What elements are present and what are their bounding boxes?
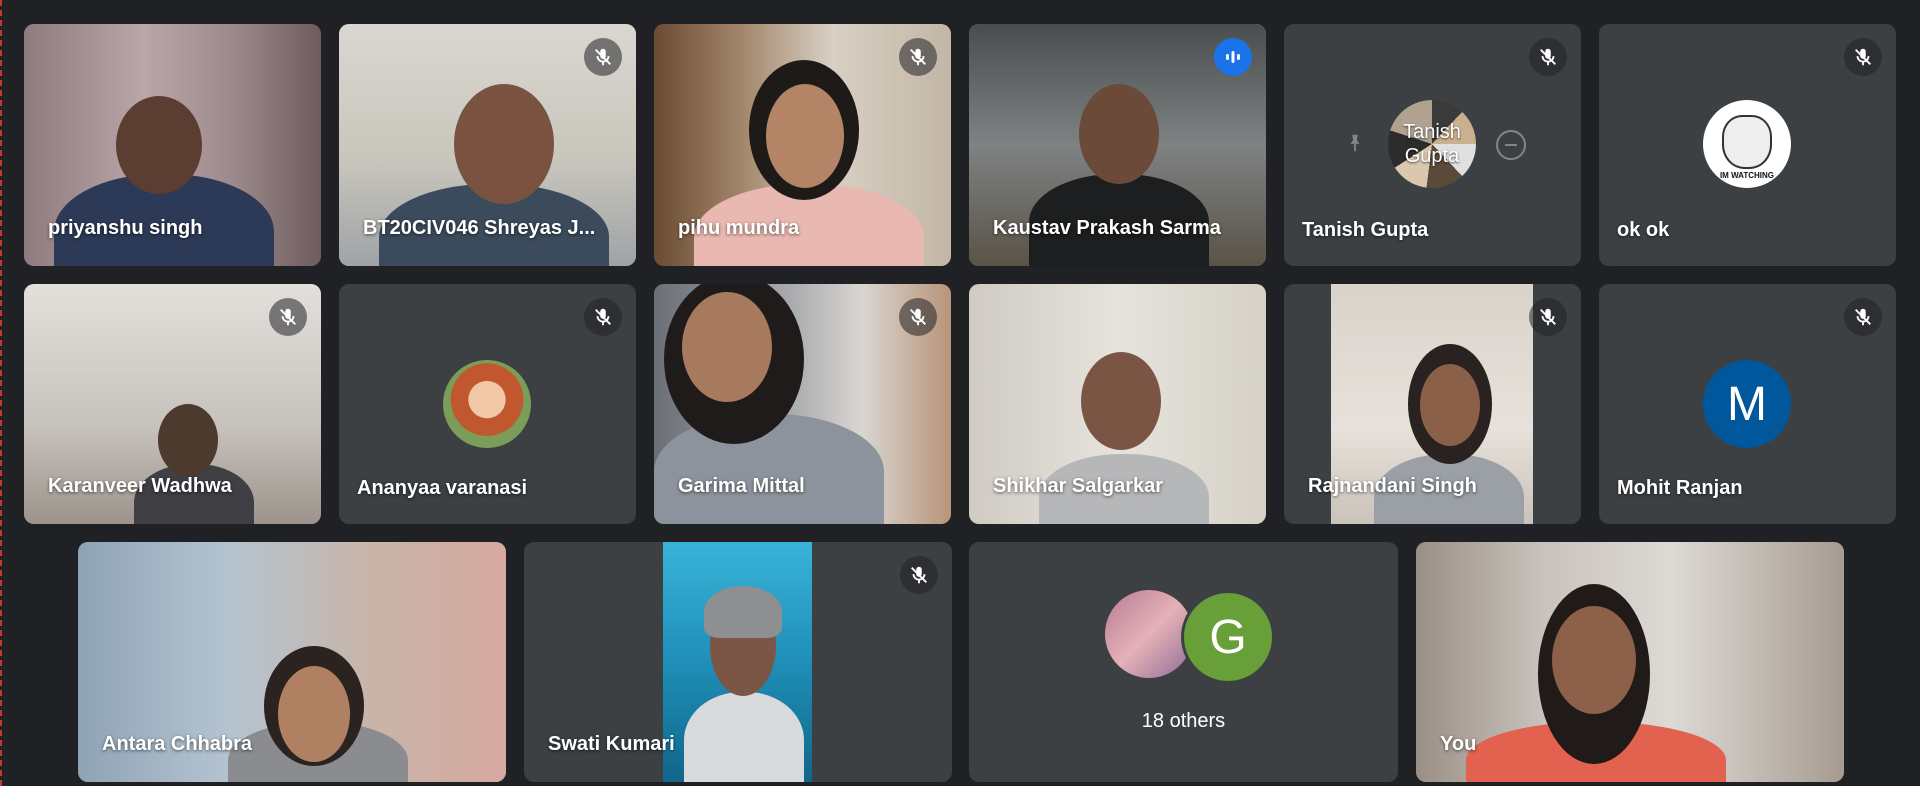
person-face [682,292,772,402]
avatar-text: Tanish Gupta [1403,121,1461,167]
window-edge [0,0,2,786]
participant-tile-ok-ok[interactable]: IM WATCHING ok ok [1599,24,1896,266]
mic-off-icon [1529,298,1567,336]
avatar: Tanish Gupta [1388,100,1476,188]
person-head [116,96,202,194]
participant-name: Shikhar Salgarkar [993,475,1164,497]
mic-off-icon [1844,298,1882,336]
participant-name: Garima Mittal [678,475,805,497]
audio-level-icon [1214,38,1252,76]
participant-name: pihu mundra [678,217,800,239]
participant-tile-pihu-mundra[interactable]: pihu mundra [654,24,951,266]
avatar [443,360,531,448]
avatar: M [1703,360,1791,448]
participant-tile-kaustav[interactable]: Kaustav Prakash Sarma [969,24,1266,266]
mic-off-icon [899,38,937,76]
mic-off-icon [269,298,307,336]
pin-icon[interactable] [1340,128,1370,158]
participant-name: Mohit Ranjan [1617,477,1743,499]
avatar-text: IM WATCHING [1719,170,1775,180]
participant-tile-ananyaa[interactable]: Ananyaa varanasi [339,284,636,524]
mic-off-icon [899,298,937,336]
participant-name: Tanish Gupta [1302,219,1429,241]
avatar-letter: M [1727,377,1767,431]
participant-name: Ananyaa varanasi [357,477,528,499]
participant-tile-garima[interactable]: Garima Mittal [654,284,951,524]
participant-name: priyanshu singh [48,217,203,239]
person-head [158,404,218,476]
others-tile[interactable]: G 18 others [969,542,1398,782]
participant-name: ok ok [1617,219,1670,241]
others-count: 18 others [1141,710,1226,732]
participant-tile-priyanshu-singh[interactable]: priyanshu singh [24,24,321,266]
participant-tile-you[interactable]: You [1416,542,1844,782]
avatar: IM WATCHING [1703,100,1791,188]
participant-name: Swati Kumari [548,733,675,755]
avatar-letter: G [1209,610,1247,664]
participant-name: BT20CIV046 Shreyas J... [363,217,596,239]
participant-tile-tanish-gupta[interactable]: Tanish Gupta Tanish Gupta [1284,24,1581,266]
participant-name: Karanveer Wadhwa [48,475,232,497]
person-face [1552,606,1636,714]
person-head [1079,84,1159,184]
participant-tile-shikhar[interactable]: Shikhar Salgarkar [969,284,1266,524]
participant-tile-shreyas[interactable]: BT20CIV046 Shreyas J... [339,24,636,266]
person-face [278,666,350,762]
mic-off-icon [1844,38,1882,76]
person-face [1420,364,1480,446]
beanie [704,586,782,638]
person-head [454,84,554,204]
meme-face [1722,114,1772,169]
person-face [766,84,844,188]
participant-name: Antara Chhabra [102,733,253,755]
participant-tile-rajnandani[interactable]: Rajnandani Singh [1284,284,1581,524]
person-silhouette [684,692,804,782]
mic-off-icon [900,556,938,594]
participant-tile-antara[interactable]: Antara Chhabra [78,542,506,782]
participant-tile-karanveer[interactable]: Karanveer Wadhwa [24,284,321,524]
participant-tile-swati[interactable]: Swati Kumari [524,542,952,782]
remove-icon[interactable] [1496,130,1526,160]
mic-off-icon [584,298,622,336]
participant-name: Kaustav Prakash Sarma [993,217,1221,239]
person-head [1081,352,1161,450]
avatar [1105,590,1193,678]
mic-off-icon [1529,38,1567,76]
avatar: G [1181,590,1275,684]
participant-name: You [1440,733,1477,755]
participant-tile-mohit-ranjan[interactable]: M Mohit Ranjan [1599,284,1896,524]
mic-off-icon [584,38,622,76]
participant-name: Rajnandani Singh [1308,475,1477,497]
